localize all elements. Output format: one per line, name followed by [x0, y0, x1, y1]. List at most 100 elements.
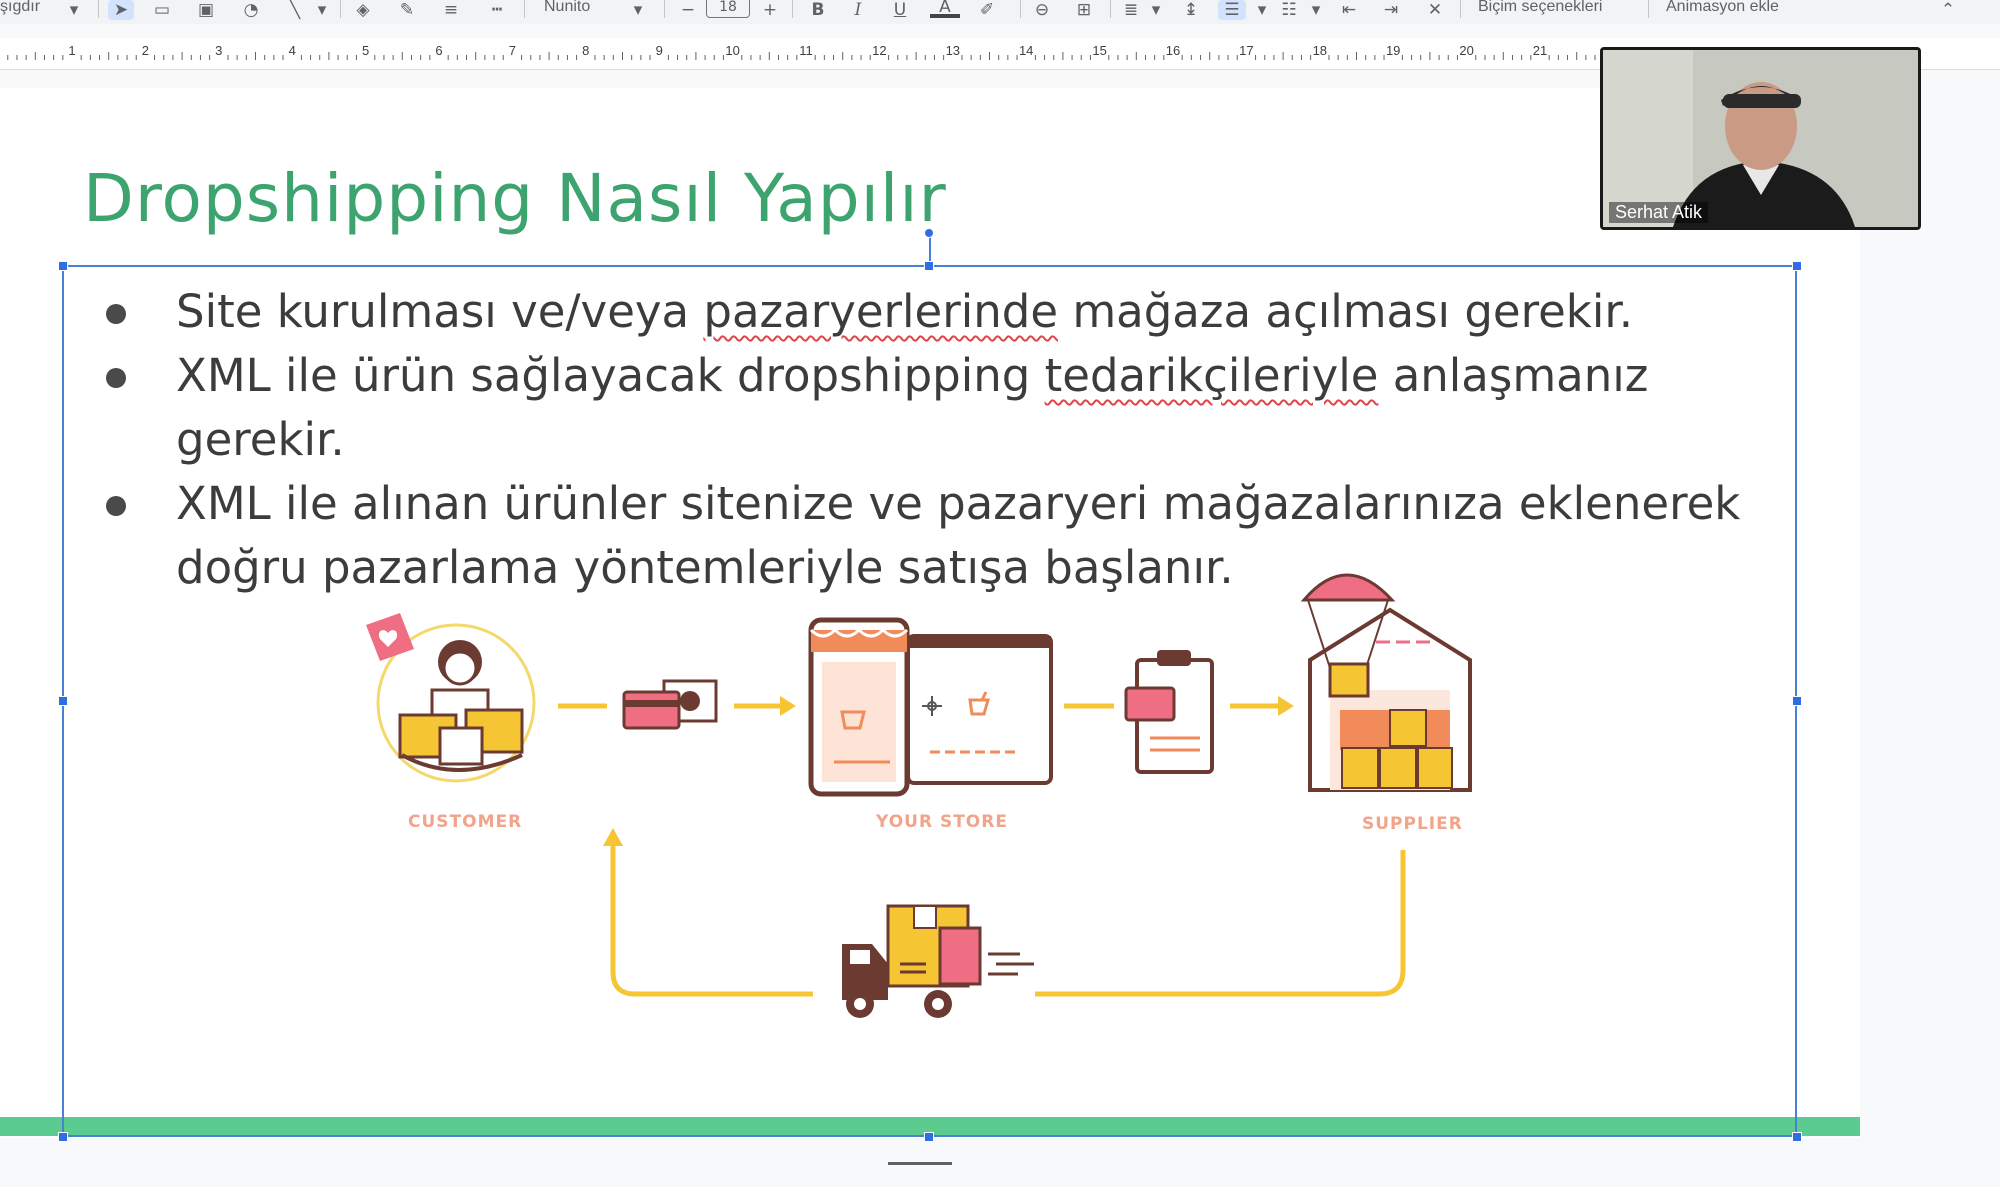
ruler-number: 1: [68, 43, 75, 58]
ruler-number: 2: [142, 43, 149, 58]
misspelled-word[interactable]: pazaryerlerinde: [703, 285, 1058, 338]
order-illustration: [1124, 650, 1214, 774]
underline-icon[interactable]: U: [888, 0, 912, 20]
supplier-label: SUPPLIER: [1362, 814, 1463, 834]
animation-button[interactable]: Animasyon ekle: [1666, 0, 1779, 16]
misspelled-word[interactable]: tedarikçileriyle: [1045, 349, 1379, 402]
ruler-number: 11: [799, 43, 813, 58]
toolbar-divider: [524, 0, 525, 18]
font-size-input[interactable]: 18: [706, 0, 750, 18]
select-arrow-icon[interactable]: ➤: [108, 0, 134, 20]
resize-handle-bl[interactable]: [58, 1132, 68, 1142]
bullet-text: mağaza açılması gerekir.: [1058, 285, 1634, 338]
ruler-number: 8: [582, 43, 589, 58]
resize-handle-br[interactable]: [1792, 1132, 1802, 1142]
fill-color-icon[interactable]: ◈: [350, 0, 376, 20]
ruler-number: 21: [1533, 43, 1547, 58]
ruler-number: 6: [435, 43, 442, 58]
increase-font-icon[interactable]: +: [760, 0, 780, 20]
resize-handle-tl[interactable]: [58, 261, 68, 271]
image-icon[interactable]: ▣: [194, 0, 218, 20]
bold-icon[interactable]: B: [806, 0, 830, 20]
link-icon[interactable]: ⊖: [1028, 0, 1056, 20]
store-label: YOUR STORE: [876, 812, 1008, 832]
italic-icon[interactable]: I: [846, 0, 870, 20]
bullet-dropdown-icon[interactable]: ▾: [1254, 0, 1270, 20]
ruler-number: 13: [946, 43, 960, 58]
resize-handle-b[interactable]: [924, 1132, 934, 1142]
bullet-item[interactable]: Site kurulması ve/veya pazaryerlerinde m…: [100, 280, 1780, 344]
border-weight-icon[interactable]: ≡: [438, 0, 464, 20]
ruler-number: 9: [656, 43, 663, 58]
border-dash-icon[interactable]: ┅: [484, 0, 510, 20]
slides-editor: şıgdır ▾ ➤ ▭ ▣ ◔ ╲ ▾ ◈ ✎ ≡ ┅ Nunito ▾ − …: [0, 0, 2000, 1187]
customer-label: CUSTOMER: [408, 812, 523, 832]
bulleted-list-icon[interactable]: ☰: [1218, 0, 1246, 20]
rotate-handle[interactable]: [924, 228, 934, 238]
toolbar-divider: [792, 0, 793, 18]
slide-title[interactable]: Dropshipping Nasıl Yapılır: [83, 160, 947, 237]
pen-icon[interactable]: ✎: [394, 0, 420, 20]
font-name[interactable]: Nunito: [544, 0, 590, 16]
delivery-truck-illustration: [842, 904, 1034, 1018]
highlight-icon[interactable]: ✐: [974, 0, 1000, 20]
ruler-number: 10: [725, 43, 739, 58]
text-color-icon[interactable]: A: [930, 0, 960, 18]
decrease-indent-icon[interactable]: ⇤: [1336, 0, 1362, 20]
customer-illustration: [366, 613, 536, 783]
collapse-icon[interactable]: ⌃: [1936, 0, 1960, 20]
filmstrip-drag-handle[interactable]: [888, 1162, 952, 1165]
bullet-dot: [106, 304, 126, 324]
ruler-number: 15: [1092, 43, 1106, 58]
textbox-icon[interactable]: ▭: [150, 0, 174, 20]
font-dropdown-icon[interactable]: ▾: [628, 0, 648, 20]
ruler-number: 7: [509, 43, 516, 58]
decrease-font-icon[interactable]: −: [678, 0, 698, 20]
resize-handle-r[interactable]: [1792, 696, 1802, 706]
clear-format-icon[interactable]: ✕: [1422, 0, 1448, 20]
ruler-number: 16: [1166, 43, 1180, 58]
line-spacing-icon[interactable]: ↨: [1178, 0, 1204, 20]
shape-icon[interactable]: ◔: [238, 0, 264, 20]
numbered-dropdown-icon[interactable]: ▾: [1308, 0, 1324, 20]
speaker-video: [1603, 50, 1918, 227]
diagram-illustration: [366, 573, 1472, 1018]
ruler-number: 20: [1459, 43, 1473, 58]
numbered-list-icon[interactable]: ☷: [1276, 0, 1302, 20]
increase-indent-icon[interactable]: ⇥: [1378, 0, 1404, 20]
payment-illustration: [622, 679, 718, 730]
ruler-number: 19: [1386, 43, 1400, 58]
chevron-down-icon[interactable]: ▾: [64, 0, 84, 20]
bullet-dot: [106, 368, 126, 388]
bullet-text: XML ile ürün sağlayacak dropshipping: [176, 349, 1045, 402]
align-dropdown-icon[interactable]: ▾: [1148, 0, 1164, 20]
ruler-number: 14: [1019, 43, 1033, 58]
ruler-number: 3: [215, 43, 222, 58]
toolbar: şıgdır ▾ ➤ ▭ ▣ ◔ ╲ ▾ ◈ ✎ ≡ ┅ Nunito ▾ − …: [0, 0, 2000, 24]
resize-handle-t[interactable]: [924, 261, 934, 271]
resize-handle-l[interactable]: [58, 696, 68, 706]
dropshipping-diagram[interactable]: CUSTOMER YOUR STORE SUPPLIER: [170, 550, 1570, 1090]
ruler-number: 4: [289, 43, 296, 58]
paste-label[interactable]: şıgdır: [0, 0, 40, 16]
webcam-overlay[interactable]: Serhat Atik: [1600, 47, 1921, 230]
toolbar-divider: [1460, 0, 1461, 18]
toolbar-divider: [1110, 0, 1111, 18]
supplier-illustration: [1300, 573, 1472, 792]
participant-name: Serhat Atik: [1609, 202, 1709, 223]
resize-handle-tr[interactable]: [1792, 261, 1802, 271]
align-icon[interactable]: ≣: [1118, 0, 1144, 20]
line-dropdown-icon[interactable]: ▾: [314, 0, 330, 20]
ruler-number: 5: [362, 43, 369, 58]
bullet-text: Site kurulması ve/veya: [176, 285, 704, 338]
ruler-number: 17: [1239, 43, 1253, 58]
comment-icon[interactable]: ⊞: [1070, 0, 1098, 20]
toolbar-divider: [1648, 0, 1649, 18]
toolbar-divider: [340, 0, 341, 18]
line-icon[interactable]: ╲: [282, 0, 308, 20]
format-options-button[interactable]: Biçim seçenekleri: [1478, 0, 1602, 16]
toolbar-divider: [98, 0, 99, 18]
toolbar-divider: [1020, 0, 1021, 18]
bullet-dot: [106, 496, 126, 516]
bullet-item[interactable]: XML ile ürün sağlayacak dropshipping ted…: [100, 344, 1780, 472]
